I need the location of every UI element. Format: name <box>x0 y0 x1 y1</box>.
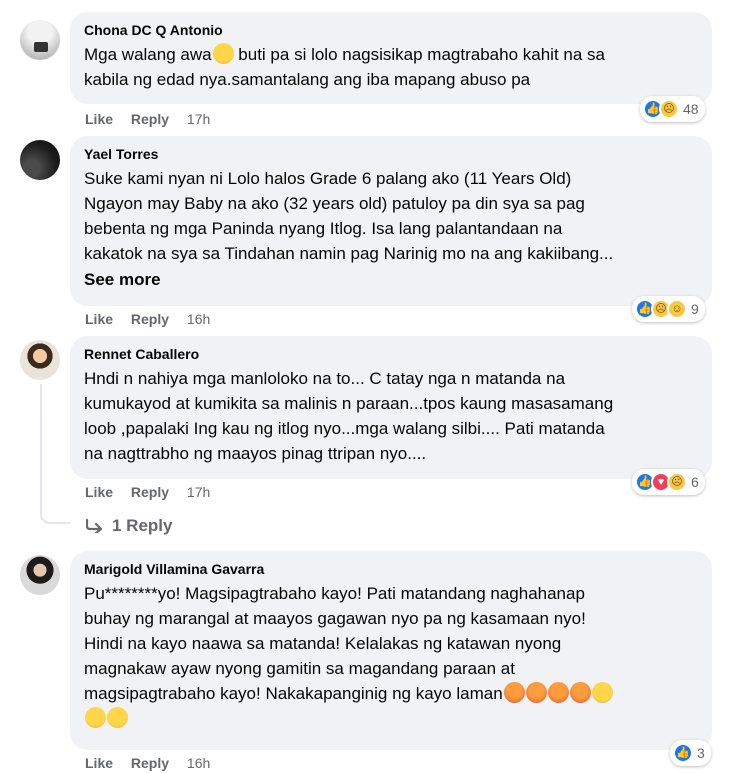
angry-emoji-icon <box>525 682 547 703</box>
timestamp[interactable]: 17h <box>187 111 210 127</box>
comment-text-line: Ngayon may Baby na ako (32 years old) pa… <box>84 194 585 213</box>
reaction-summary[interactable]: 👍 ☹ 48 <box>640 96 705 122</box>
view-replies-link[interactable]: 1 Reply <box>86 516 172 536</box>
reaction-count: 48 <box>683 101 699 117</box>
comment-actions: Like Reply 17h <box>85 111 224 127</box>
reaction-summary[interactable]: 👍 ☹ ☺ 9 <box>632 296 705 322</box>
crying-emoji-icon <box>85 707 106 728</box>
avatar[interactable] <box>20 140 60 180</box>
reaction-count: 6 <box>691 474 699 490</box>
sad-reaction-icon: ☹ <box>659 99 679 119</box>
like-button[interactable]: Like <box>85 755 113 771</box>
like-button[interactable]: Like <box>85 311 113 327</box>
crying-emoji-icon <box>591 682 613 703</box>
angry-emoji-icon <box>569 682 591 703</box>
timestamp[interactable]: 17h <box>187 484 210 500</box>
like-button[interactable]: Like <box>85 111 113 127</box>
comment-text-line: na nagttrabho ng maayos pinag ttripan ny… <box>84 444 427 463</box>
comment-author[interactable]: Yael Torres <box>84 146 698 162</box>
comment-text-line: kumukayod at kumikita sa malinis n paraa… <box>84 394 614 413</box>
comment-text-line: magnakaw ayaw nyong gamitin sa magandang… <box>84 659 515 678</box>
comment-text-line: Hindi na kayo naawa sa matanda! Kelalaka… <box>84 634 562 653</box>
comment-text-line: bebenta ng mga Paninda nyang Itlog. Isa … <box>84 219 563 238</box>
comment-text: Mga walang awa buti pa si lolo nagsisika… <box>84 43 605 89</box>
reaction-summary[interactable]: 👍 ♥ ☹ 6 <box>632 469 705 495</box>
crying-emoji-icon <box>107 707 128 728</box>
avatar[interactable] <box>20 340 60 380</box>
reply-button[interactable]: Reply <box>131 111 169 127</box>
comment-text-line: Hndi n nahiya mga manloloko na to... C t… <box>84 369 566 388</box>
like-button[interactable]: Like <box>85 484 113 500</box>
reply-arrow-icon <box>86 519 103 533</box>
reply-button[interactable]: Reply <box>131 484 169 500</box>
angry-emoji-icon <box>547 682 569 703</box>
comment-bubble: Rennet Caballero Hndi n nahiya mga manlo… <box>70 336 712 479</box>
see-more-link[interactable]: See more <box>84 268 698 292</box>
angry-emoji-icon <box>503 682 525 703</box>
comment-author[interactable]: Chona DC Q Antonio <box>84 22 698 38</box>
comment-bubble: Yael Torres Suke kami nyan ni Lolo halos… <box>70 136 712 306</box>
comment-text: magsipagtrabaho kayo! Nakakapanginig ng … <box>84 681 698 706</box>
avatar[interactable] <box>20 20 60 60</box>
avatar[interactable] <box>20 555 60 595</box>
comment-actions: Like Reply 17h <box>85 484 224 500</box>
comment-author[interactable]: Marigold Villamina Gavarra <box>84 561 698 577</box>
sad-emoji-icon <box>212 43 234 64</box>
comment-bubble: Chona DC Q Antonio Mga walang awa buti p… <box>70 12 712 104</box>
comment-text-line: buhay ng marangal at maayos gagawan nyo … <box>84 609 586 628</box>
reply-button[interactable]: Reply <box>131 755 169 771</box>
thread-line <box>40 384 42 510</box>
reply-button[interactable]: Reply <box>131 311 169 327</box>
timestamp[interactable]: 16h <box>187 755 210 771</box>
comment-bubble: Marigold Villamina Gavarra Pu********yo!… <box>70 551 712 750</box>
comment-text-line: loob ,papalaki Ing kau ng itlog nyo...mg… <box>84 419 605 438</box>
sad-reaction-icon: ☹ <box>667 472 687 492</box>
comment-text-line: Suke kami nyan ni Lolo halos Grade 6 pal… <box>84 169 572 188</box>
timestamp[interactable]: 16h <box>187 311 210 327</box>
comment-text-line: Pu********yo! Magsipagtrabaho kayo! Pati… <box>84 584 585 603</box>
like-reaction-icon: 👍 <box>673 743 693 763</box>
comment-emoji-line <box>84 706 698 731</box>
reaction-count: 3 <box>697 745 705 761</box>
comment-text-line: kakatok na sya sa Tindahan namin pag Nar… <box>84 244 614 263</box>
reaction-count: 9 <box>691 301 699 317</box>
thread-connector <box>40 510 70 524</box>
comment-actions: Like Reply 16h <box>85 311 224 327</box>
comment-author[interactable]: Rennet Caballero <box>84 346 698 362</box>
reaction-summary[interactable]: 👍 3 <box>670 740 711 766</box>
replies-count-label[interactable]: 1 Reply <box>112 516 172 536</box>
comment-actions: Like Reply 16h <box>85 755 224 771</box>
haha-reaction-icon: ☺ <box>667 299 687 319</box>
